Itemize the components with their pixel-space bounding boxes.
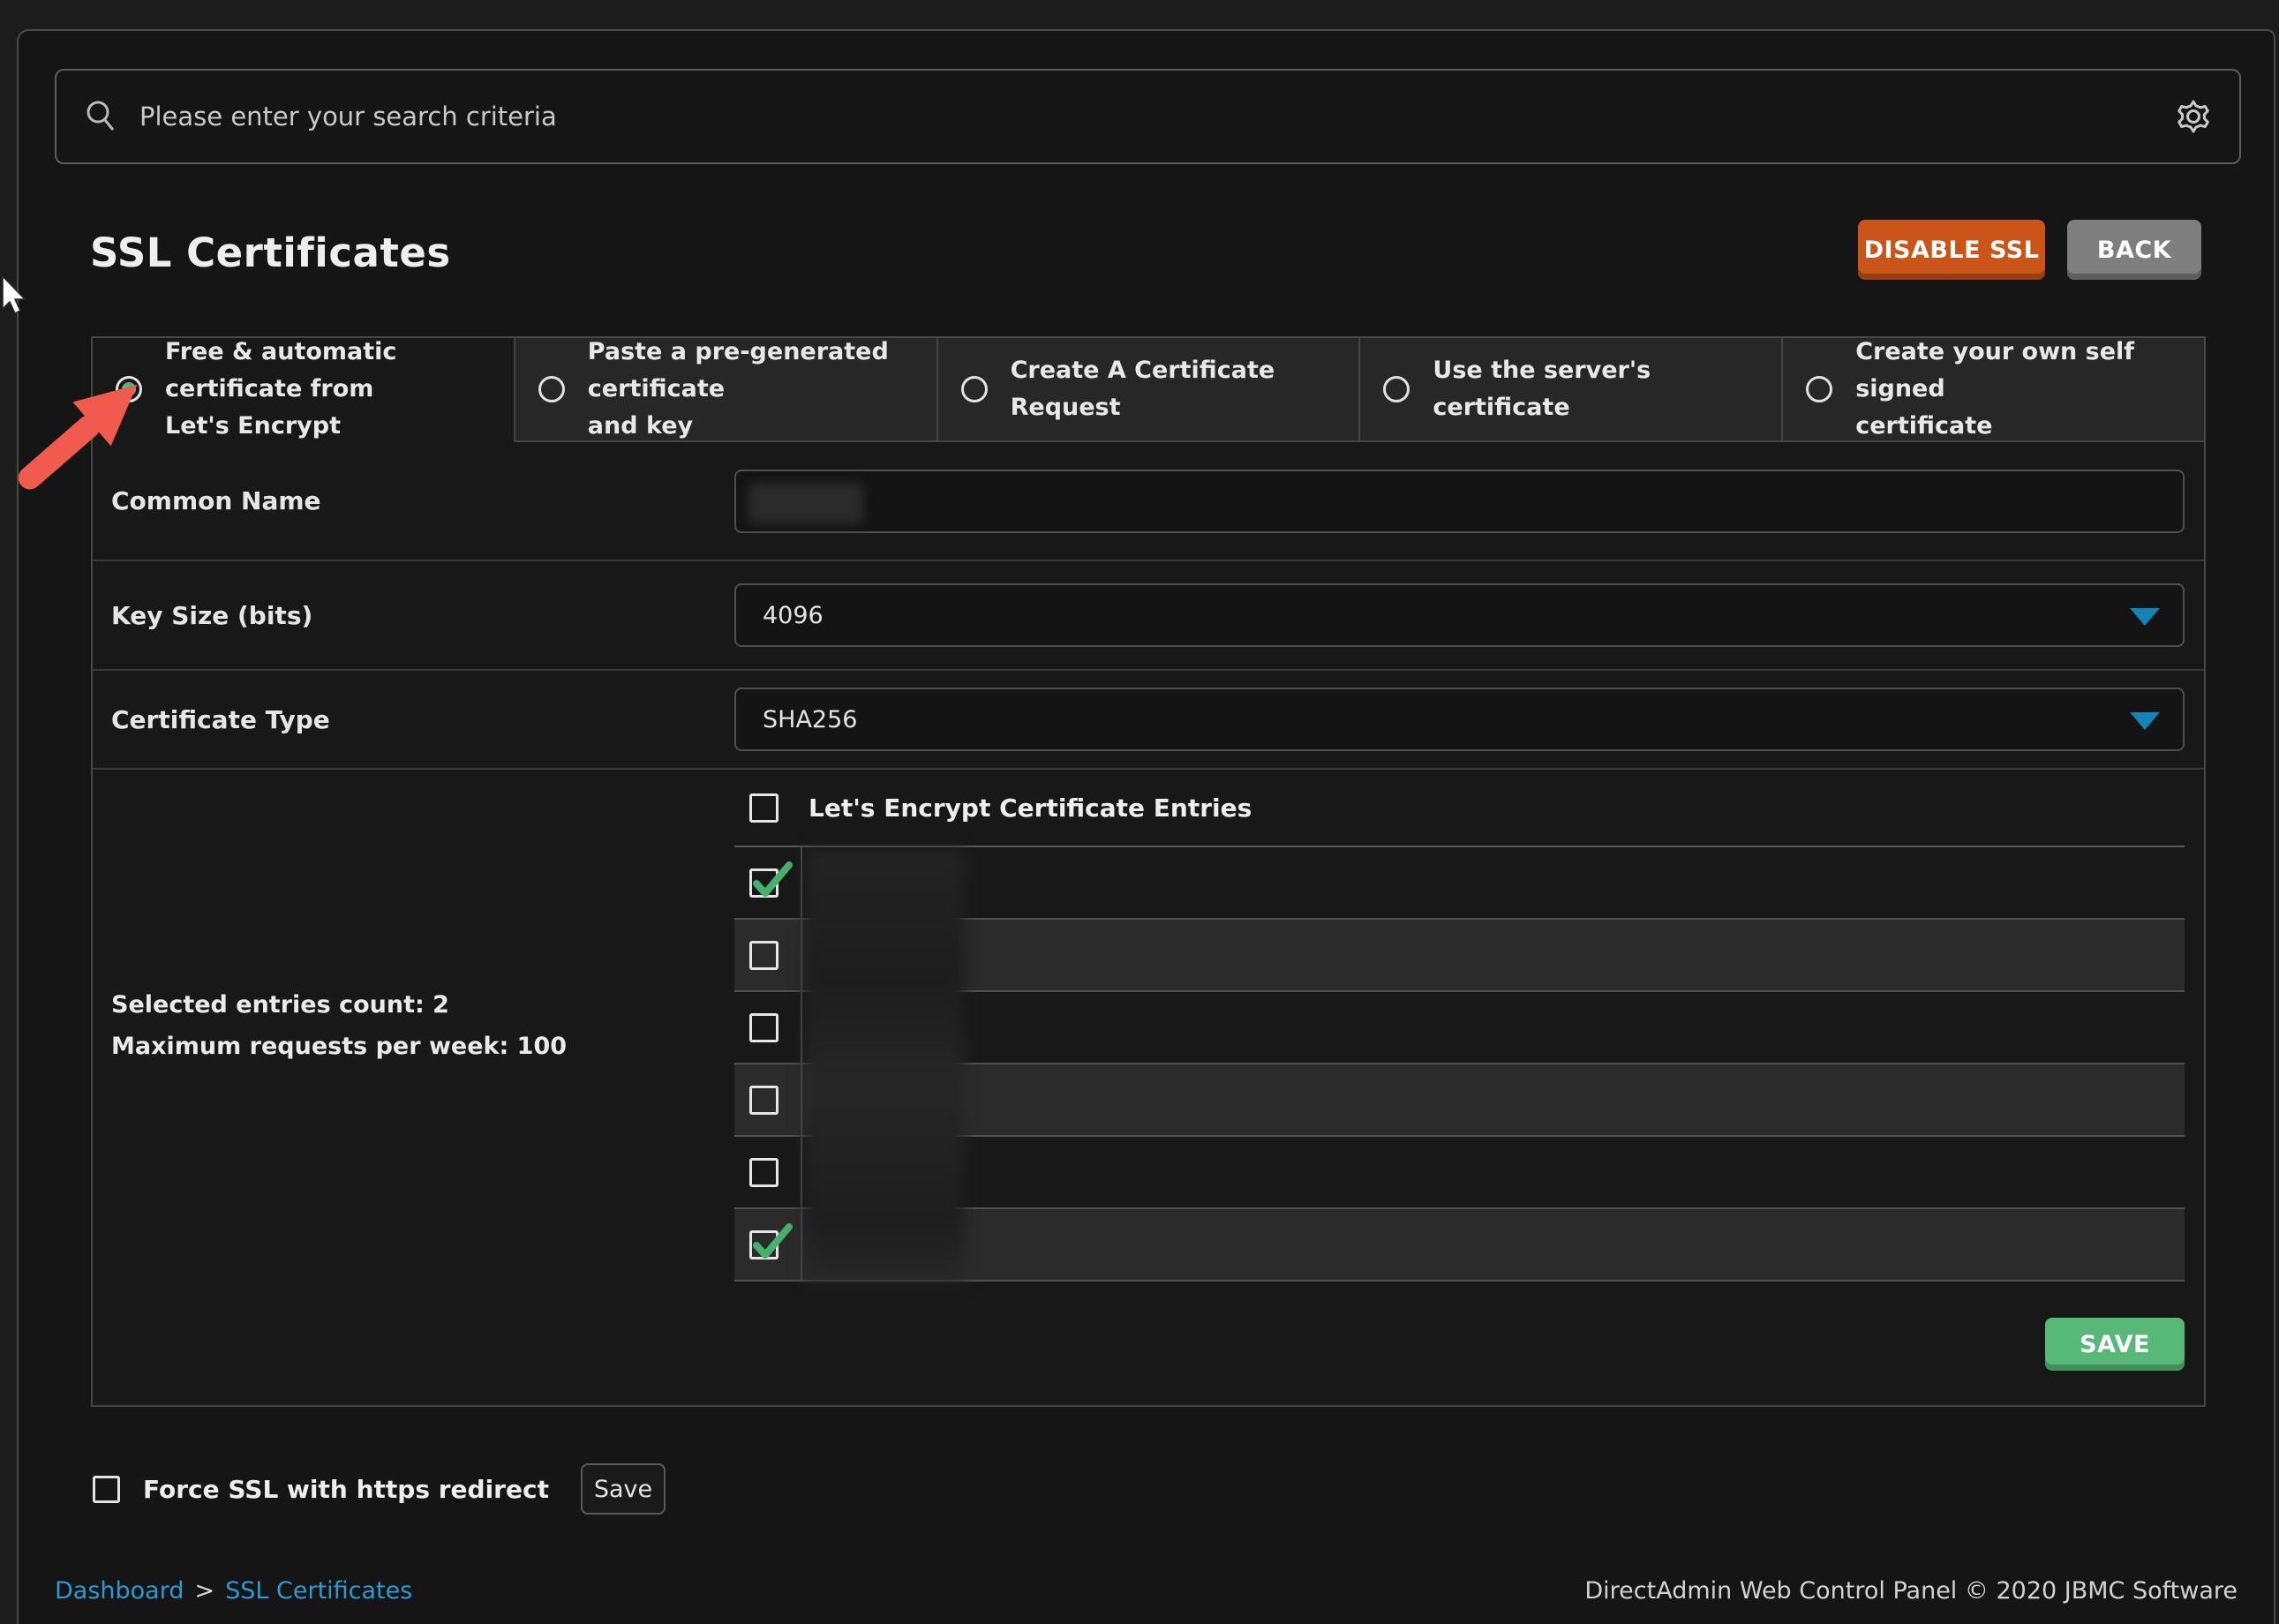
force-ssl-label: Force SSL with https redirect <box>143 1475 549 1504</box>
tab-label: Free & automatic certificate from Let's … <box>165 334 491 445</box>
certificate-type-row: Certificate Type SHA256 <box>93 671 2204 770</box>
force-ssl-checkbox[interactable] <box>93 1476 120 1503</box>
entry-checkbox[interactable] <box>749 941 778 970</box>
tab-label: Use the server's certificate <box>1433 352 1758 426</box>
common-name-label: Common Name <box>93 486 734 515</box>
tab-certificate-request[interactable]: Create A Certificate Request <box>936 338 1359 442</box>
force-ssl-row: Force SSL with https redirect Save <box>93 1462 666 1515</box>
footer: Dashboard > SSL Certificates DirectAdmin W… <box>55 1577 2238 1605</box>
tab-label: Create A Certificate Request <box>1011 352 1336 426</box>
key-size-label: Key Size (bits) <box>93 601 734 630</box>
certificate-type-tabs: Free & automatic certificate from Let's … <box>93 338 2204 442</box>
entry-checkbox[interactable] <box>749 1086 778 1115</box>
breadcrumb-separator: > <box>194 1577 214 1605</box>
entry-check-cell <box>734 847 802 918</box>
certificate-entry-row[interactable] <box>734 1209 2185 1282</box>
tab-self-signed[interactable]: Create your own self signed certificate <box>1781 338 2204 442</box>
back-button[interactable]: BACK <box>2067 220 2201 280</box>
entries-header-label: Let's Encrypt Certificate Entries <box>809 793 1252 823</box>
search-input[interactable] <box>139 102 2155 132</box>
certificate-type-label: Certificate Type <box>93 705 734 734</box>
force-ssl-save-button[interactable]: Save <box>581 1463 666 1515</box>
chevron-down-icon <box>2130 608 2160 626</box>
entry-checkbox[interactable] <box>749 1158 778 1187</box>
certificate-entry-row[interactable] <box>734 847 2185 920</box>
radio-icon[interactable] <box>961 376 988 402</box>
search-bar <box>55 69 2241 164</box>
entries-section: Selected entries count: 2 Maximum reques… <box>93 770 2204 1282</box>
entry-check-cell <box>734 1209 802 1280</box>
certificate-entry-row[interactable] <box>734 1064 2185 1137</box>
key-size-row: Key Size (bits) 4096 <box>93 561 2204 671</box>
gear-icon[interactable] <box>2174 97 2213 136</box>
breadcrumb: Dashboard > SSL Certificates <box>55 1577 412 1605</box>
entry-check-cell <box>734 1064 802 1135</box>
radio-icon[interactable] <box>538 376 565 402</box>
tab-paste-certificate[interactable]: Paste a pre-generated certificate and ke… <box>514 338 936 442</box>
common-name-row: Common Name <box>93 442 2204 561</box>
copyright-text: DirectAdmin Web Control Panel © 2020 JBM… <box>1584 1577 2238 1605</box>
entries-summary: Selected entries count: 2 Maximum reques… <box>93 770 734 1282</box>
search-icon <box>83 98 120 135</box>
radio-selected-icon[interactable] <box>116 376 142 402</box>
breadcrumb-ssl-certificates-link[interactable]: SSL Certificates <box>225 1577 412 1605</box>
main-panel: SSL Certificates DISABLE SSL BACK Free &… <box>17 29 2275 1624</box>
selected-entries-count: Selected entries count: 2 <box>111 991 734 1019</box>
tab-label: Create your own self signed certificate <box>1855 334 2181 445</box>
breadcrumb-dashboard-link[interactable]: Dashboard <box>55 1577 184 1605</box>
max-requests-per-week: Maximum requests per week: 100 <box>111 1033 734 1060</box>
entries-table: Let's Encrypt Certificate Entries <box>734 770 2185 1282</box>
ssl-form-card: Free & automatic certificate from Let's … <box>91 336 2206 1407</box>
key-size-select[interactable]: 4096 <box>734 583 2185 647</box>
key-size-value: 4096 <box>763 602 824 629</box>
entry-checkbox-checked[interactable] <box>749 1230 778 1259</box>
certificate-entry-row[interactable] <box>734 1137 2185 1209</box>
select-all-checkbox[interactable] <box>749 793 778 823</box>
radio-icon[interactable] <box>1806 376 1832 402</box>
radio-icon[interactable] <box>1383 376 1410 402</box>
common-name-input[interactable] <box>734 470 2185 533</box>
page-title: SSL Certificates <box>90 229 451 276</box>
save-button[interactable]: SAVE <box>2045 1318 2185 1371</box>
entry-check-cell <box>734 1137 802 1207</box>
entry-check-cell <box>734 992 802 1063</box>
chevron-down-icon <box>2130 712 2160 730</box>
tab-lets-encrypt[interactable]: Free & automatic certificate from Let's … <box>93 338 514 442</box>
entry-check-cell <box>734 920 802 990</box>
tab-server-certificate[interactable]: Use the server's certificate <box>1358 338 1781 442</box>
certificate-entry-row[interactable] <box>734 992 2185 1064</box>
certificate-type-select[interactable]: SHA256 <box>734 688 2185 751</box>
certificate-entry-row[interactable] <box>734 920 2185 992</box>
entries-header-row: Let's Encrypt Certificate Entries <box>734 770 2185 847</box>
certificate-type-value: SHA256 <box>763 706 857 733</box>
disable-ssl-button[interactable]: DISABLE SSL <box>1858 220 2045 280</box>
redacted-common-name-value <box>748 483 863 523</box>
tab-label: Paste a pre-generated certificate and ke… <box>588 334 914 445</box>
entry-checkbox-checked[interactable] <box>749 868 778 898</box>
save-row: SAVE <box>93 1282 2204 1407</box>
entry-checkbox[interactable] <box>749 1013 778 1042</box>
